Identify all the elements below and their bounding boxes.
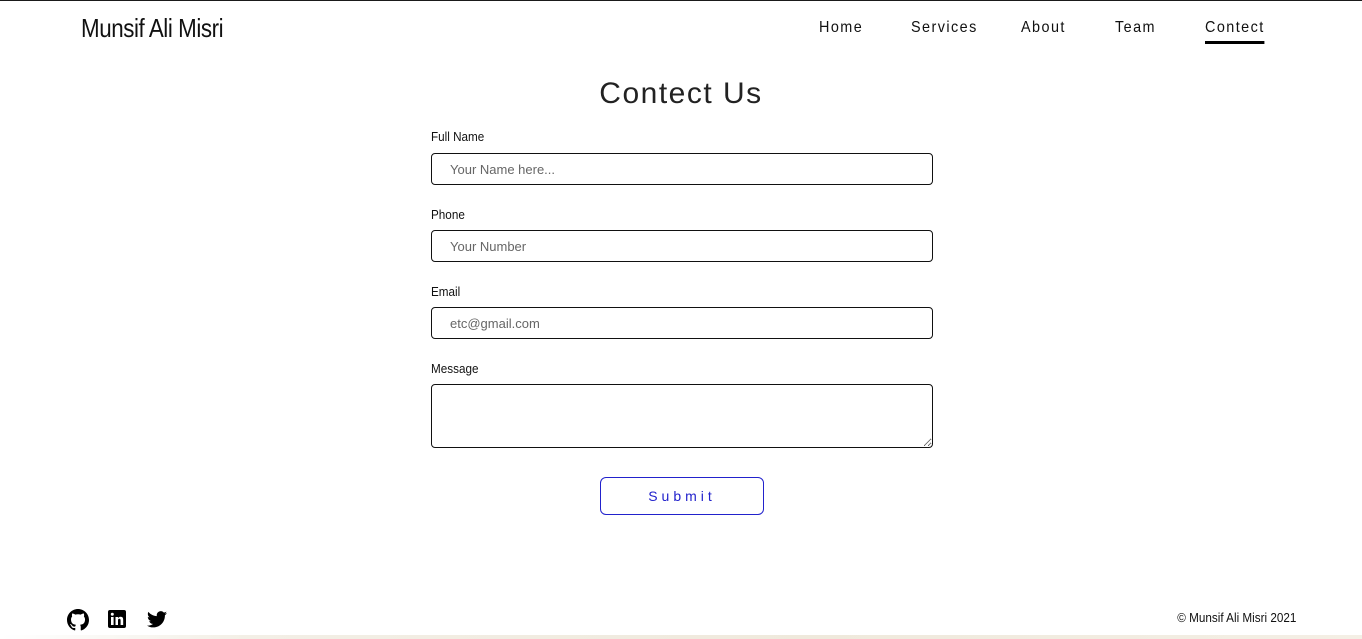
nav-home[interactable]: Home [819, 19, 863, 41]
full-name-input[interactable] [431, 153, 933, 185]
github-icon[interactable] [67, 609, 89, 631]
contact-form: Full Name Phone Email Message [431, 129, 933, 448]
phone-label: Phone [431, 207, 465, 222]
copyright-text: © Munsif Ali Misri 2021 [1176, 610, 1296, 625]
email-input[interactable] [431, 307, 933, 339]
nav-about[interactable]: About [1021, 19, 1066, 41]
email-label: Email [431, 284, 461, 299]
nav-team[interactable]: Team [1115, 19, 1156, 41]
page-title: Contect Us [599, 77, 763, 110]
message-label: Message [431, 361, 479, 376]
contact-page: Munsif Ali Misri Home Services About Tea… [0, 0, 1362, 639]
submit-button[interactable]: Submit [600, 477, 764, 515]
full-name-label: Full Name [431, 129, 485, 144]
main-nav: Home Services About Team Contect [0, 19, 1362, 49]
nav-contect[interactable]: Contect [1205, 19, 1265, 44]
phone-input[interactable] [431, 230, 933, 262]
footer-strip [0, 635, 1362, 639]
message-textarea[interactable] [431, 384, 933, 448]
linkedin-icon[interactable] [108, 610, 126, 628]
nav-services[interactable]: Services [911, 19, 978, 41]
twitter-icon[interactable] [147, 611, 167, 629]
